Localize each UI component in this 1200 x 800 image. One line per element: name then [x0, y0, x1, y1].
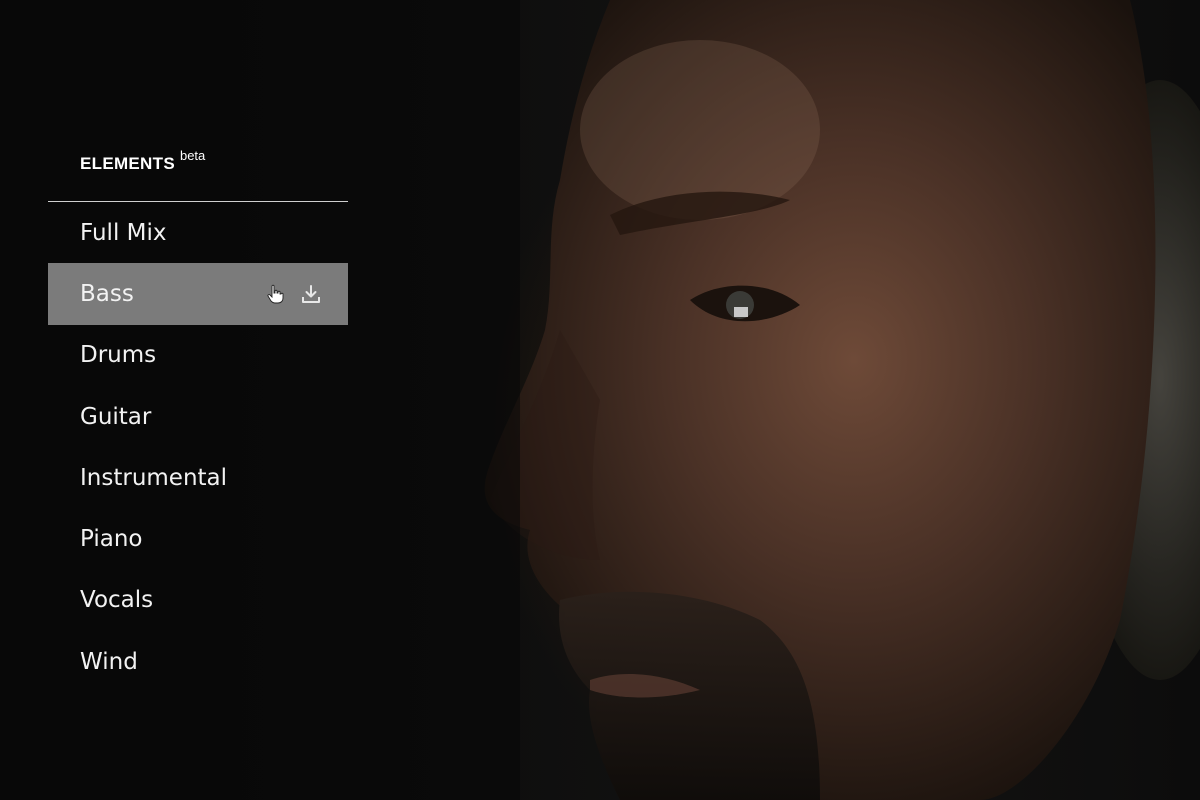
- stem-item-instrumental[interactable]: Instrumental: [48, 447, 348, 508]
- brand-beta-tag: beta: [179, 148, 206, 163]
- stem-item-bass[interactable]: Bass: [48, 263, 348, 325]
- brand-header: ELEMENTS beta: [48, 140, 348, 202]
- stem-item-guitar[interactable]: Guitar: [48, 386, 348, 447]
- brand-name: ELEMENTS: [80, 154, 175, 173]
- stem-item-label: Piano: [80, 526, 143, 553]
- stem-item-label: Full Mix: [80, 219, 167, 246]
- stem-item-label: Vocals: [80, 587, 154, 614]
- stem-item-piano[interactable]: Piano: [48, 508, 348, 569]
- stem-item-full-mix[interactable]: Full Mix: [48, 202, 348, 263]
- stem-item-wind[interactable]: Wind: [48, 631, 348, 692]
- stem-item-drums[interactable]: Drums: [48, 325, 348, 386]
- app-stage: ELEMENTS beta Full Mix Bass Drums Guitar…: [0, 0, 1200, 800]
- stem-menu: ELEMENTS beta Full Mix Bass Drums Guitar…: [48, 140, 348, 692]
- stem-item-vocals[interactable]: Vocals: [48, 570, 348, 631]
- hand-pointer-icon: [264, 283, 286, 305]
- download-icon[interactable]: [300, 283, 322, 305]
- stem-item-label: Guitar: [80, 403, 152, 430]
- stem-list: Full Mix Bass Drums Guitar Instrumental …: [48, 202, 348, 692]
- stem-item-label: Wind: [80, 648, 138, 675]
- stem-item-label: Bass: [80, 280, 134, 307]
- stem-item-label: Drums: [80, 342, 157, 369]
- stem-item-label: Instrumental: [80, 464, 228, 491]
- stem-item-actions: [264, 283, 322, 305]
